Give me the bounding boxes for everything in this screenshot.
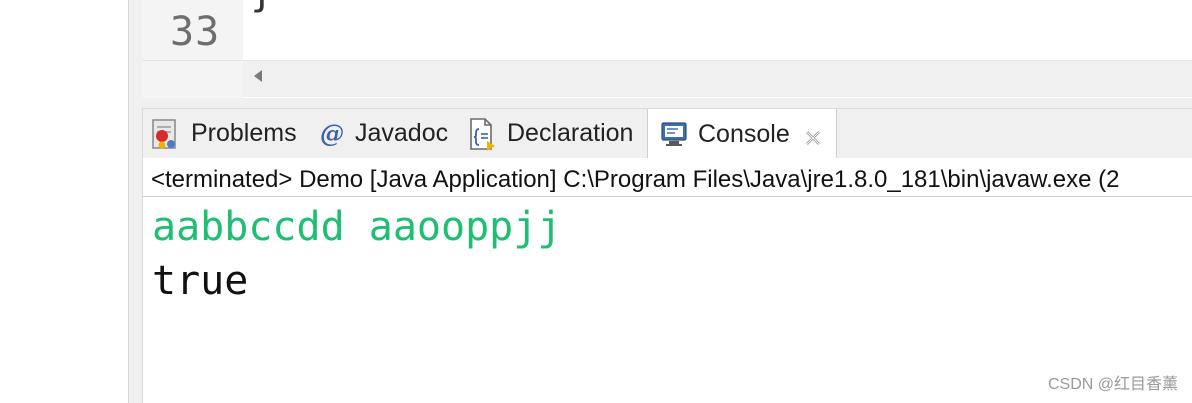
console-output-line[interactable]: aabbccdd aaooppjj [152,204,561,250]
tab-problems[interactable]: Problems [151,109,297,158]
close-icon[interactable] [804,125,822,145]
code-editor[interactable]: 33 } [142,0,1192,98]
tab-console[interactable]: Console [647,109,837,159]
previous-line-fragment: } [250,0,274,16]
tab-javadoc[interactable]: @ Javadoc [319,109,448,158]
line-number: 33 [170,9,221,55]
panel-gap [142,98,1192,108]
status-divider [143,196,1192,197]
console-icon [660,120,688,148]
tab-label: Console [698,119,790,148]
watermark: CSDN @红目香薰 [1047,376,1178,393]
left-blank-area [0,0,128,403]
tab-declaration[interactable]: Declaration [467,109,633,158]
console-output-line[interactable]: true [152,258,248,304]
tab-label: Declaration [507,119,634,147]
console-status-line: <terminated> Demo [Java Application] C:\… [151,166,1120,193]
views-tab-bar: Problems @ Javadoc Declaration Console [142,108,1192,159]
scroll-left-arrow-icon[interactable] [254,70,262,82]
scrollbar-gutter [142,61,243,97]
console-view[interactable]: <terminated> Demo [Java Application] C:\… [142,158,1192,403]
declaration-icon [467,117,497,151]
left-panel-border [128,0,142,403]
problems-icon [151,118,181,150]
tab-label: Javadoc [355,119,449,147]
horizontal-scrollbar[interactable] [142,60,1192,97]
javadoc-at-icon: @ [320,119,344,148]
tab-label: Problems [191,119,297,147]
